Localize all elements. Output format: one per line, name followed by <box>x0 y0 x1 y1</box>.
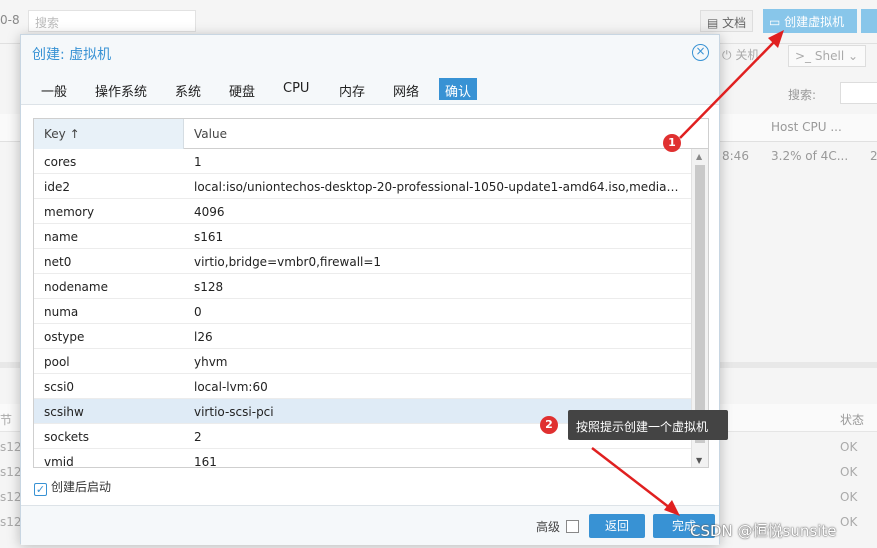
annotation-arrows <box>591 30 784 516</box>
step-badge-2: 2 <box>540 416 558 434</box>
hint-tooltip: 按照提示创建一个虚拟机 <box>568 410 728 440</box>
arrow-line-1 <box>679 39 777 139</box>
step-badge-1: 1 <box>663 134 681 152</box>
arrow-head-2 <box>664 500 680 516</box>
arrow-line-2 <box>591 447 671 509</box>
watermark: CSDN @恒悦sunsite <box>690 522 837 540</box>
